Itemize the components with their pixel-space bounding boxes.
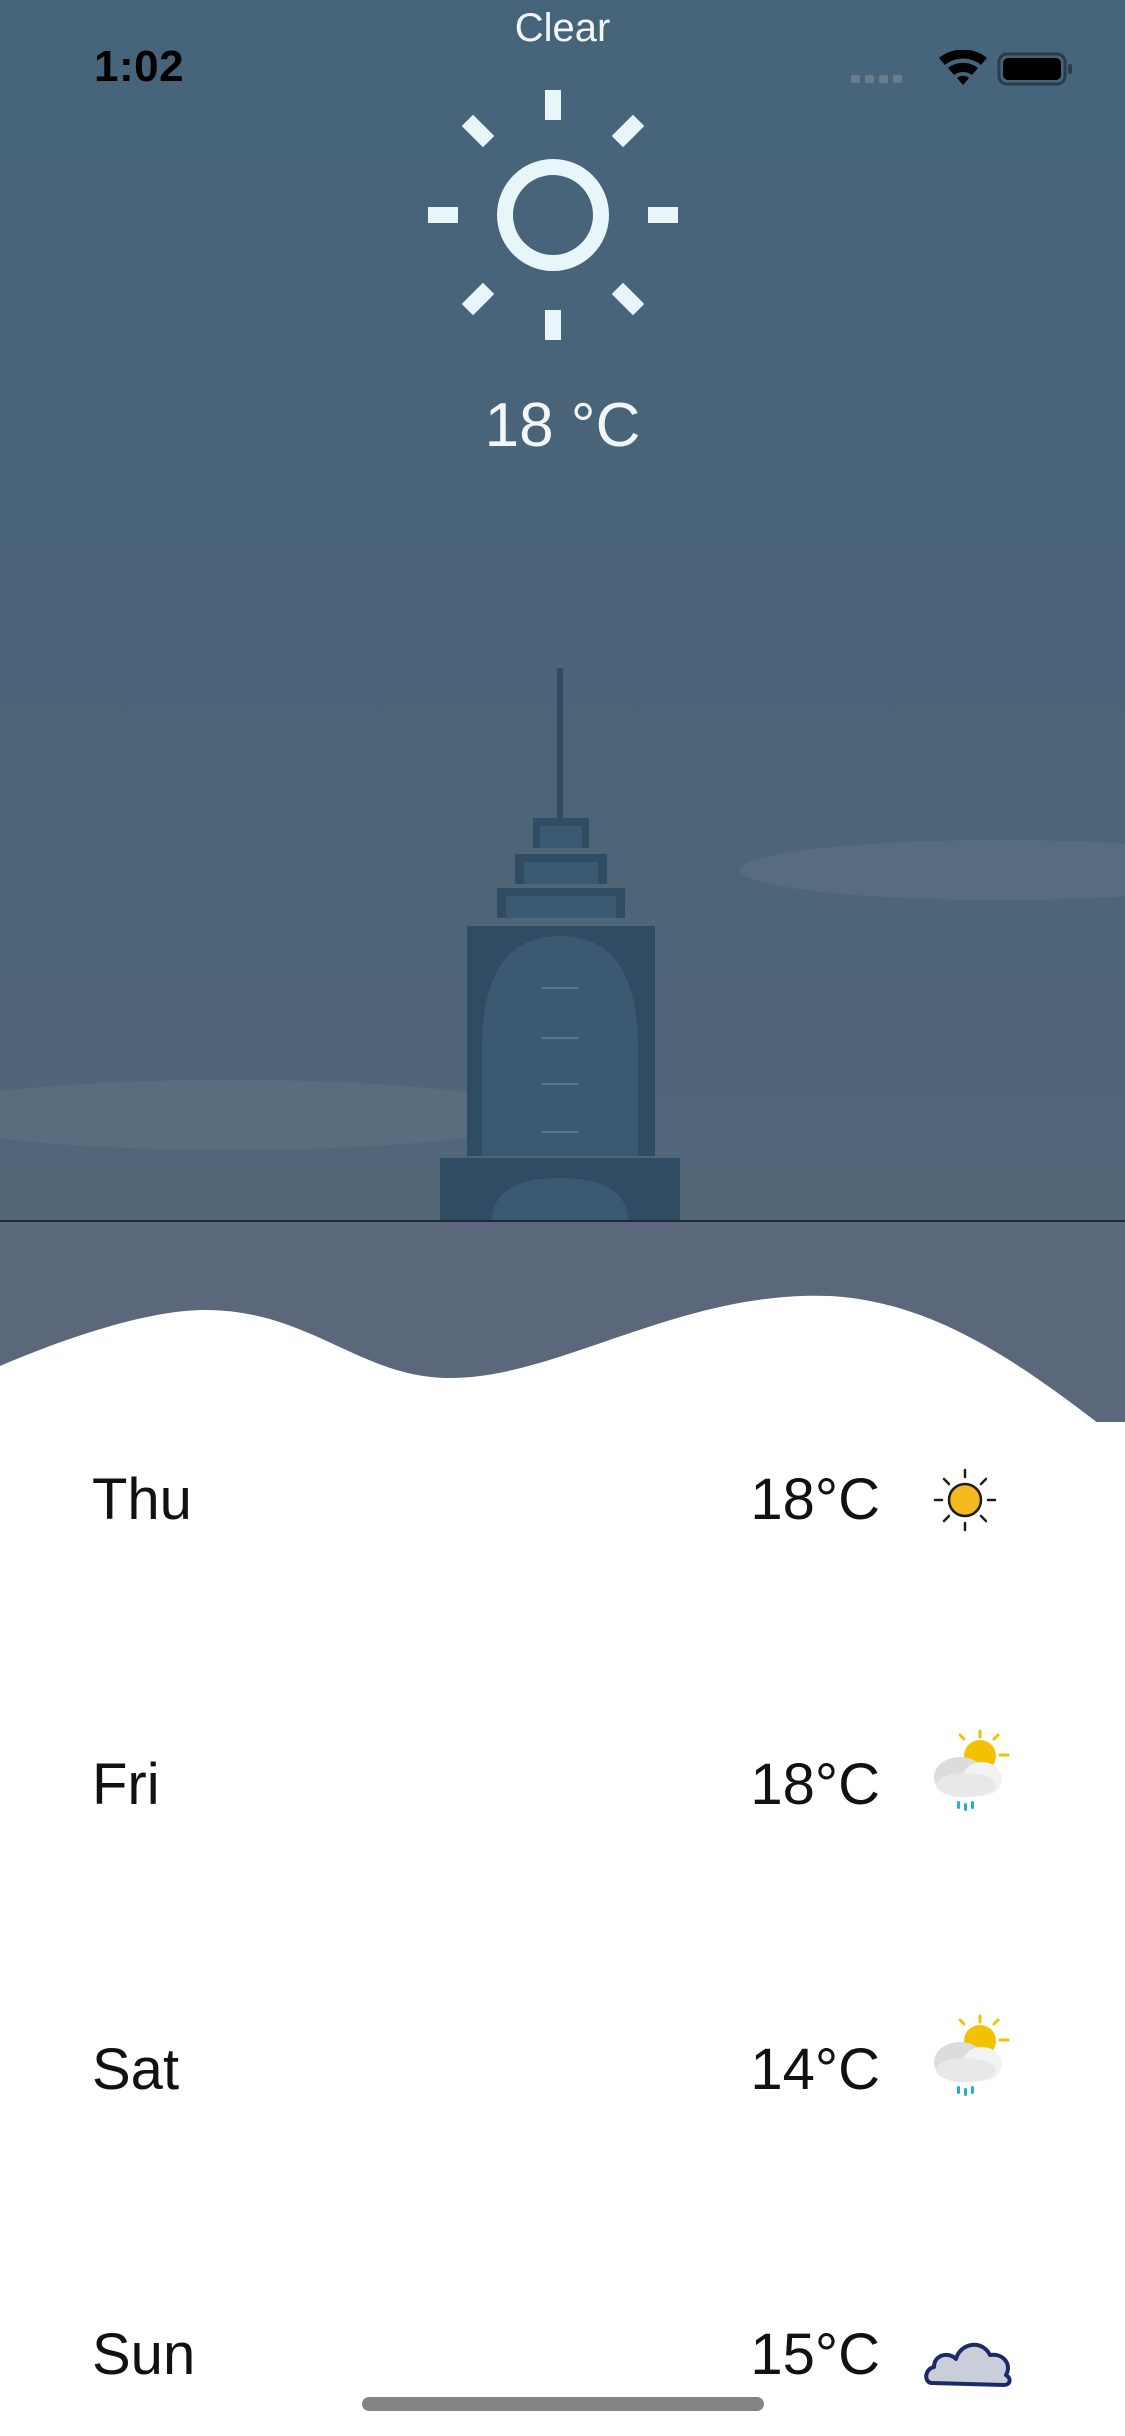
sunny-icon — [933, 1468, 997, 1532]
home-indicator[interactable] — [362, 2397, 764, 2411]
forecast-row-sat[interactable]: Sat 14°C — [0, 2008, 1125, 2128]
forecast-row-fri[interactable]: Fri 18°C — [0, 1723, 1125, 1843]
status-bar-icons — [851, 50, 1072, 86]
forecast-temperature: 15°C — [750, 2322, 880, 2387]
skyscraper-illustration — [440, 668, 680, 1222]
wifi-icon — [939, 50, 987, 85]
cellular-signal-icon — [851, 75, 902, 83]
cloud-icon — [924, 2343, 1012, 2387]
weather-screen: 1:02 Clear 18 °C Thu 18°C Fri 18°C Sat 1… — [0, 0, 1125, 2436]
partly-cloudy-rain-icon — [934, 1729, 1010, 1811]
forecast-row-sun[interactable]: Sun 15°C — [0, 2293, 1125, 2413]
forecast-row-thu[interactable]: Thu 18°C — [0, 1438, 1125, 1558]
current-temperature: 18 °C — [484, 391, 641, 460]
sun-icon — [428, 90, 678, 340]
forecast-temperature: 18°C — [750, 1467, 880, 1532]
cloud-streak — [740, 840, 1125, 900]
current-condition: Clear — [514, 6, 611, 50]
forecast-temperature: 14°C — [750, 2037, 880, 2102]
partly-cloudy-rain-icon — [934, 2014, 1010, 2096]
forecast-day: Fri — [92, 1752, 160, 1817]
forecast-day: Thu — [92, 1467, 192, 1532]
battery-icon — [997, 52, 1072, 86]
forecast-day: Sat — [92, 2037, 180, 2102]
forecast-day: Sun — [92, 2322, 196, 2387]
forecast-temperature: 18°C — [750, 1752, 880, 1817]
